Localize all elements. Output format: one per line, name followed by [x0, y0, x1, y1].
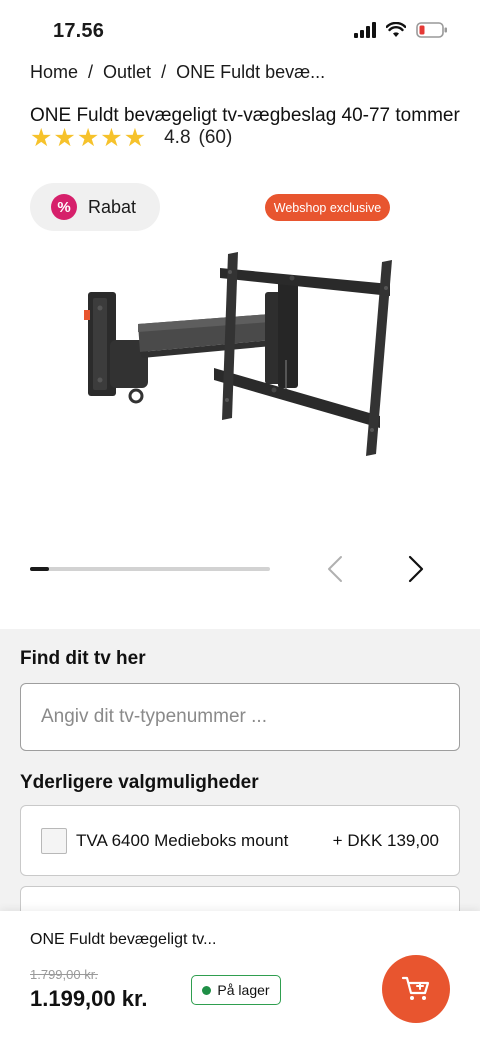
- gallery-progress: [30, 567, 270, 571]
- webshop-exclusive-badge: Webshop exclusive: [265, 194, 390, 221]
- breadcrumb-outlet[interactable]: Outlet: [103, 62, 151, 83]
- star-icon: ★: [76, 124, 100, 152]
- add-to-cart-button[interactable]: [382, 955, 450, 1023]
- tv-type-number-input[interactable]: [20, 683, 460, 751]
- find-tv-heading: Find dit tv her: [20, 648, 146, 669]
- old-price: 1.799,00 kr.: [30, 967, 98, 982]
- rabat-label: Rabat: [88, 196, 137, 217]
- star-icon: ★: [123, 124, 147, 152]
- breadcrumb-separator: /: [161, 62, 167, 82]
- stock-status-badge: På lager: [191, 975, 281, 1005]
- breadcrumb: Home / Outlet / ONE Fuldt bevæ...: [30, 62, 325, 83]
- option-item[interactable]: TVA 6400 Medieboks mount + DKK 139,00: [20, 805, 460, 876]
- wifi-icon: [385, 21, 407, 43]
- star-rating: ★ ★ ★ ★ ★: [30, 125, 146, 151]
- breadcrumb-home[interactable]: Home: [30, 62, 78, 83]
- star-icon: ★: [30, 124, 53, 152]
- star-icon: ★: [53, 124, 76, 152]
- breadcrumb-current: ONE Fuldt bevæ...: [176, 62, 326, 82]
- option-price: + DKK 139,00: [332, 830, 439, 850]
- stock-dot-icon: [202, 985, 212, 995]
- additional-options-heading: Yderligere valgmuligheder: [20, 772, 259, 793]
- signal-icon: [354, 22, 376, 43]
- status-icons: [354, 21, 448, 43]
- product-image[interactable]: [60, 240, 420, 470]
- star-icon: ★: [100, 124, 123, 152]
- rating-row[interactable]: ★ ★ ★ ★ ★ 4.8 (60): [30, 124, 232, 152]
- option-checkbox[interactable]: [41, 827, 67, 854]
- rating-value: 4.8: [164, 127, 191, 148]
- chevron-right-icon: [408, 555, 424, 583]
- review-count: (60): [198, 127, 233, 148]
- status-bar: 17.56: [0, 0, 480, 62]
- bottom-product-title: ONE Fuldt bevægeligt tv...: [30, 931, 217, 948]
- cart-icon: [401, 976, 430, 1000]
- percent-icon: %: [51, 194, 77, 220]
- gallery-progress-fill: [30, 567, 50, 571]
- breadcrumb-separator: /: [88, 62, 94, 82]
- current-price: 1.199,00 kr.: [30, 986, 148, 1011]
- gallery-next-button[interactable]: [399, 552, 433, 586]
- gallery-prev-button[interactable]: [318, 552, 352, 586]
- tv-mount-illustration: [84, 252, 392, 456]
- battery-icon: [416, 22, 448, 43]
- chevron-left-icon: [328, 556, 342, 582]
- status-time: 17.56: [53, 20, 105, 42]
- stock-label: På lager: [217, 982, 270, 998]
- rabat-button[interactable]: % Rabat: [30, 183, 160, 231]
- option-name: TVA 6400 Medieboks mount: [76, 830, 289, 850]
